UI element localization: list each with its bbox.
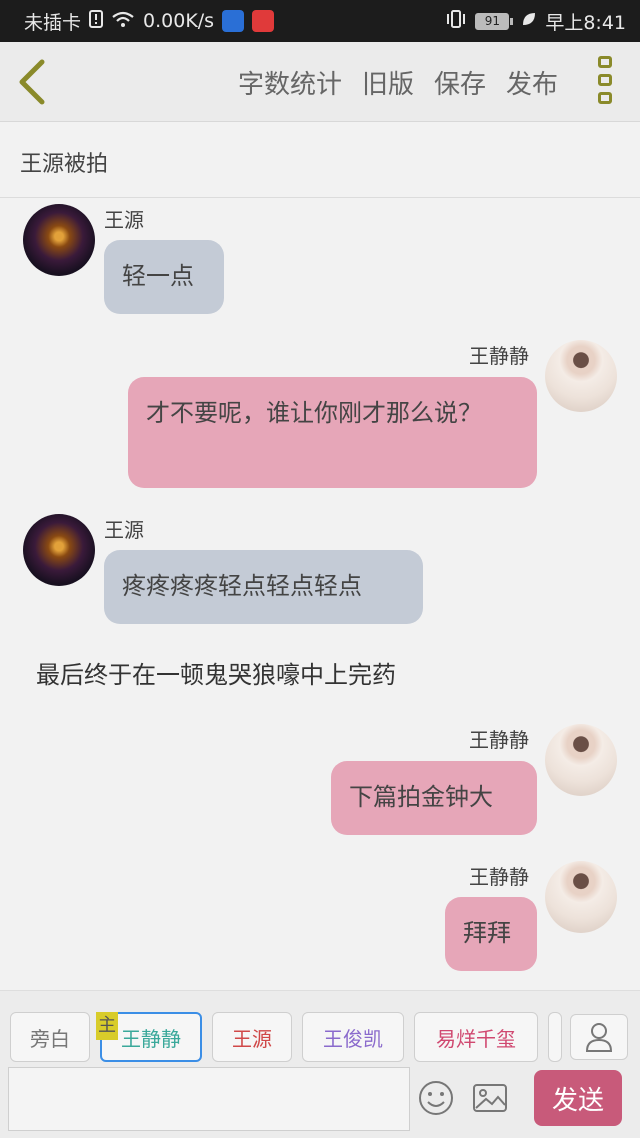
status-bar: 未插卡 0.00K/s 91 早上8:41 — [0, 0, 640, 42]
avatar-wangjingjing[interactable] — [545, 340, 617, 412]
story-title[interactable]: 王源被拍 — [0, 122, 640, 198]
avatar-wangyuan[interactable] — [23, 514, 95, 586]
person-icon — [585, 1023, 613, 1052]
message-bubble[interactable]: 疼疼疼疼轻点轻点轻点 — [104, 550, 423, 624]
message-bubble[interactable]: 拜拜 — [445, 897, 537, 971]
sender-name: 王源 — [104, 208, 144, 232]
battery-level: 91 — [475, 12, 510, 30]
carrier-label: 未插卡 — [24, 11, 82, 34]
avatar-wangyuan[interactable] — [23, 204, 95, 276]
send-button[interactable]: 发送 — [534, 1070, 622, 1126]
wifi-icon — [111, 10, 135, 33]
role-chip-narrator[interactable]: 旁白 — [10, 1012, 90, 1062]
vibrate-icon — [445, 9, 467, 34]
sender-name: 王静静 — [469, 344, 529, 368]
word-count-button[interactable]: 字数统计 — [238, 64, 342, 101]
back-arrow-icon — [19, 59, 45, 105]
sim-alert-icon — [89, 9, 104, 33]
sender-name: 王静静 — [469, 865, 529, 889]
main-role-badge: 主 — [96, 1012, 118, 1040]
shopping-app-icon — [252, 10, 275, 32]
role-chip-wangyuan[interactable]: 王源 — [212, 1012, 292, 1062]
emoji-button[interactable] — [416, 1078, 456, 1118]
message-input[interactable] — [8, 1067, 410, 1131]
message-bubble[interactable]: 轻一点 — [104, 240, 224, 314]
old-version-button[interactable]: 旧版 — [362, 64, 414, 101]
leaf-icon — [521, 10, 537, 32]
battery-icon: 91 — [475, 12, 514, 30]
image-icon — [473, 1084, 507, 1112]
add-role-button[interactable] — [570, 1014, 628, 1060]
network-speed: 0.00K/s — [143, 10, 215, 32]
avatar-wangjingjing[interactable] — [545, 724, 617, 796]
sender-name: 王源 — [104, 518, 144, 542]
clock: 早上8:41 — [545, 11, 626, 34]
role-chip-wangjunkai[interactable]: 王俊凯 — [302, 1012, 404, 1062]
image-button[interactable] — [470, 1078, 510, 1118]
more-menu-icon[interactable] — [594, 56, 616, 110]
narration-text[interactable]: 最后终于在一顿鬼哭狼嚎中上完药 — [36, 655, 396, 690]
role-chip-partial[interactable] — [548, 1012, 562, 1062]
avatar-wangjingjing[interactable] — [545, 861, 617, 933]
message-bubble[interactable]: 才不要呢，谁让你刚才那么说？ — [128, 377, 537, 488]
editor-toolbar: 字数统计 旧版 保存 发布 — [0, 42, 640, 122]
save-button[interactable]: 保存 — [434, 64, 486, 101]
message-bubble[interactable]: 下篇拍金钟大 — [331, 761, 537, 835]
back-button[interactable] — [12, 58, 56, 106]
emoji-icon — [419, 1081, 453, 1115]
baidu-app-icon — [222, 10, 245, 32]
role-chip-yiyangqianxi[interactable]: 易烊千玺 — [414, 1012, 538, 1062]
publish-button[interactable]: 发布 — [506, 64, 558, 101]
sender-name: 王静静 — [469, 728, 529, 752]
